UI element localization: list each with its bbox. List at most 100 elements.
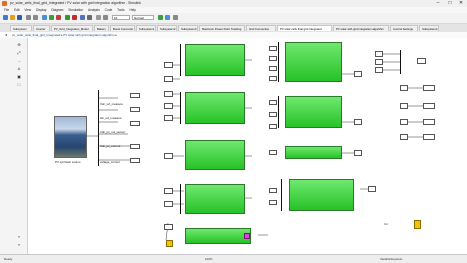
run-icon[interactable] [65,15,70,20]
display-block[interactable] [423,103,435,109]
area-icon[interactable]: □ [16,82,22,87]
from-block[interactable] [375,59,383,65]
tab-subsystem[interactable]: Subsystem [10,25,32,31]
subsystem-block-3[interactable] [185,140,245,170]
collapse-icon[interactable]: « [16,242,22,247]
maximize-button[interactable]: □ [445,0,455,7]
goto-block[interactable] [269,66,277,71]
display-block[interactable] [423,85,435,91]
stop-icon[interactable] [72,15,77,20]
tab-subsystem4[interactable]: Subsystem4 [419,25,439,31]
config-params-icon[interactable] [56,15,61,20]
output-port-block[interactable] [368,186,376,192]
fit-view-icon[interactable]: ⤢ [16,50,22,55]
tab-boost-converter[interactable]: Boost Converter [110,25,135,31]
tab-pv-solar-cells-final[interactable]: PV solar cells final grid Integrated [277,25,332,31]
annotation-icon[interactable]: A [16,66,22,71]
tab-battery[interactable]: Battery [94,25,109,31]
output-port-block[interactable] [354,71,362,77]
subsystem-block-2[interactable] [185,92,245,124]
goto-block[interactable] [269,112,277,117]
constant-block[interactable] [164,188,173,194]
subsystem-block-6[interactable] [285,96,342,128]
tab-mppt[interactable]: Maximum Power Point Tracking [199,25,245,31]
subsystem-block-1[interactable] [185,44,245,76]
close-button[interactable]: ✕ [456,0,466,7]
goto-block[interactable] [269,46,277,51]
more-tools-icon[interactable] [173,15,178,20]
open-icon[interactable] [10,15,15,20]
tab-control-settings[interactable]: Control Settings [390,25,418,31]
goto-block[interactable] [269,56,277,61]
tab-pv-grid-integration-model[interactable]: PV_Grid_Integration_Model [51,25,93,31]
model-explorer-icon[interactable] [49,15,54,20]
undo-icon[interactable] [26,15,31,20]
pv-panel-image[interactable] [54,116,87,158]
mux-bar-5[interactable] [278,96,279,128]
constant-block[interactable] [164,62,173,68]
constant-block[interactable] [164,224,173,230]
constant-block[interactable] [164,153,173,159]
from-block[interactable] [375,67,383,73]
subsystem-block-8[interactable] [289,179,354,211]
goto-block[interactable] [269,100,277,105]
goto-block[interactable] [130,158,140,163]
library-browser-icon[interactable] [42,15,47,20]
goto-block[interactable] [269,150,277,155]
constant-block[interactable] [164,115,173,121]
tab-pv-solar-grid-algorithm[interactable]: PV solar with grid integration algorithm [333,25,389,31]
new-model-icon[interactable] [3,15,8,20]
goto-block[interactable] [269,124,277,129]
goto-block[interactable] [130,121,140,126]
mux-bar-3[interactable] [180,184,181,214]
tab-grid-connection[interactable]: Grid Connection [246,25,276,31]
constant-block[interactable] [164,103,173,109]
goto-block[interactable] [130,93,140,98]
scope-mux-bar[interactable] [400,50,401,74]
data-inspector-icon[interactable] [165,15,170,20]
record-icon[interactable] [96,15,101,20]
debug-icon[interactable] [103,15,108,20]
terminator-block[interactable] [244,233,250,239]
from-block[interactable] [400,85,408,91]
goto-block[interactable] [130,107,140,112]
mux-bar-2[interactable] [180,92,181,124]
tab-subsystem3[interactable]: Subsystem3 [178,25,198,31]
scope-yellow-block[interactable] [414,220,421,229]
output-port-block[interactable] [354,119,362,125]
minimize-button[interactable]: – [433,0,443,7]
tab-subsystem2[interactable]: Subsystem2 [157,25,177,31]
subsystem-block-5[interactable] [285,42,342,82]
mux-bar-4[interactable] [278,42,279,82]
expand-icon[interactable]: » [16,234,22,239]
arrow-icon[interactable]: → [16,58,22,63]
display-block[interactable] [423,134,435,140]
step-back-icon[interactable] [87,15,92,20]
fast-restart-icon[interactable] [158,15,163,20]
goto-block[interactable] [269,200,277,205]
goto-block[interactable] [269,188,277,193]
tab-inverter[interactable]: Inverter [33,25,50,31]
from-block[interactable] [400,103,408,109]
scope-block[interactable] [417,58,426,64]
constant-block[interactable] [164,76,173,82]
goto-block[interactable] [130,144,140,149]
constant-block[interactable] [164,91,173,97]
tab-subsystem1[interactable]: Subsystem1 [136,25,156,31]
stop-time-input[interactable]: 10 [112,15,130,20]
save-icon[interactable] [17,15,22,20]
simulation-mode-select[interactable]: Normal [132,15,154,20]
subsystem-block-4[interactable] [185,184,245,214]
from-block[interactable] [400,134,408,140]
output-port-block[interactable] [354,150,362,156]
display-block[interactable] [423,119,435,125]
redo-icon[interactable] [33,15,38,20]
from-block[interactable] [400,119,408,125]
model-canvas[interactable]: Ref PV synthetic source Vdc_ref_measure … [28,38,467,254]
constant-block[interactable] [164,201,173,207]
subsystem-block-9[interactable] [185,228,251,244]
subsystem-block-7[interactable] [285,146,342,159]
zoom-icon[interactable]: ⊕ [16,42,22,47]
demux-bar[interactable] [98,90,99,166]
mux-bar-6[interactable] [281,179,282,211]
